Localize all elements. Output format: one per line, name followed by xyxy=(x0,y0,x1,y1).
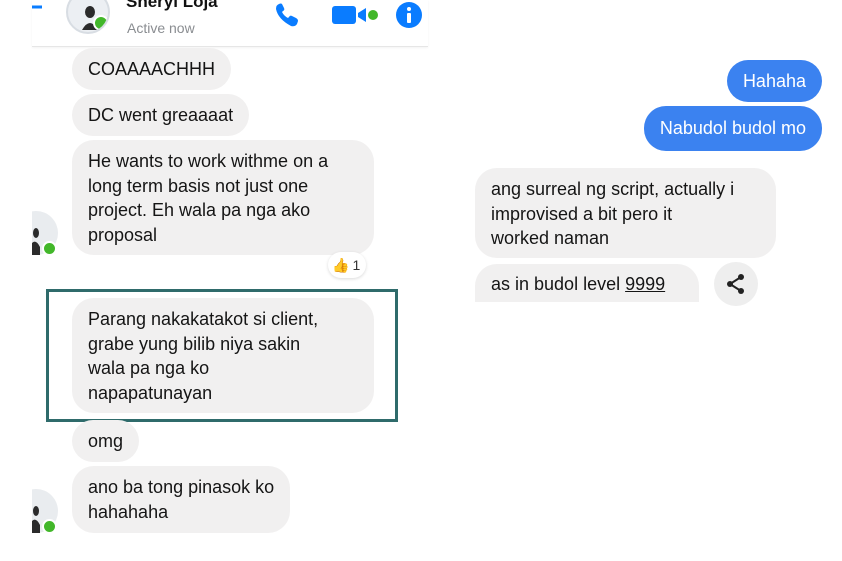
contact-name[interactable]: Sheryl Loja xyxy=(126,0,218,12)
phone-icon[interactable] xyxy=(274,2,302,28)
message-bubble[interactable]: omg xyxy=(72,420,140,462)
message-bubble[interactable]: COAAAACHHH xyxy=(72,48,232,90)
message-bubble[interactable]: ang surreal ng script, actually i improv… xyxy=(475,168,776,258)
message-line: napapatunayan xyxy=(88,382,213,403)
online-status-dot xyxy=(42,241,57,255)
underlined-number[interactable]: 9999 xyxy=(625,274,665,294)
online-status-dot xyxy=(42,519,57,533)
thumbs-up-icon: 👍 xyxy=(332,256,350,273)
reaction-count: 1 xyxy=(352,257,361,273)
left-chat-panel: Sheryl Loja Active now COAAAACHHH DC wen… xyxy=(32,0,428,561)
message-bubble[interactable]: as in budol level 9999 xyxy=(475,264,699,302)
message-line: He wants to work withme on a xyxy=(88,151,329,171)
message-line: ang surreal ng script, actually i xyxy=(491,179,735,199)
message-line: project. Eh wala pa nga ako xyxy=(88,200,311,220)
sender-avatar[interactable] xyxy=(32,211,58,255)
message-line: hahahaha xyxy=(88,501,169,522)
message-bubble[interactable]: He wants to work withme on a long term b… xyxy=(72,140,374,255)
message-text: as in budol level xyxy=(491,274,626,294)
message-line: long term basis not just one xyxy=(88,175,309,196)
contact-avatar[interactable] xyxy=(66,0,110,34)
sent-message-bubble[interactable]: Nabudol budol mo xyxy=(643,106,822,151)
sent-message-bubble[interactable]: Hahaha xyxy=(726,60,822,102)
active-status: Active now xyxy=(127,20,195,36)
back-arrow-icon[interactable] xyxy=(32,2,42,12)
message-text: omg xyxy=(88,431,124,451)
sender-avatar[interactable] xyxy=(32,489,58,533)
reaction-badge[interactable]: 👍 1 xyxy=(328,252,367,278)
message-line: proposal xyxy=(88,224,158,245)
video-icon[interactable] xyxy=(332,2,380,28)
chat-header: Sheryl Loja Active now xyxy=(32,0,428,47)
info-icon[interactable] xyxy=(396,2,422,28)
right-chat-panel: Hahaha Nabudol budol mo ang surreal ng s… xyxy=(466,0,842,561)
message-bubble[interactable]: DC went greaaaat xyxy=(72,94,250,136)
message-text: Nabudol budol mo xyxy=(659,118,806,138)
message-line: wala pa nga ko xyxy=(88,358,210,378)
message-line: improvised a bit pero it xyxy=(491,203,673,224)
message-line: worked naman xyxy=(491,228,610,248)
message-bubble[interactable]: Parang nakakatakot si client, grabe yung… xyxy=(72,298,374,413)
share-button[interactable] xyxy=(714,262,758,306)
message-line: ano ba tong pinasok ko xyxy=(88,477,275,497)
online-status-dot xyxy=(93,15,108,31)
message-text: COAAAACHHH xyxy=(88,59,216,79)
message-text: DC went greaaaat xyxy=(88,105,234,125)
message-bubble[interactable]: ano ba tong pinasok ko hahahaha xyxy=(72,466,291,533)
message-line: grabe yung bilib niya sakin xyxy=(88,333,301,354)
message-text: Hahaha xyxy=(742,71,806,91)
share-icon xyxy=(727,274,744,294)
message-line: Parang nakakatakot si client, xyxy=(88,309,319,329)
